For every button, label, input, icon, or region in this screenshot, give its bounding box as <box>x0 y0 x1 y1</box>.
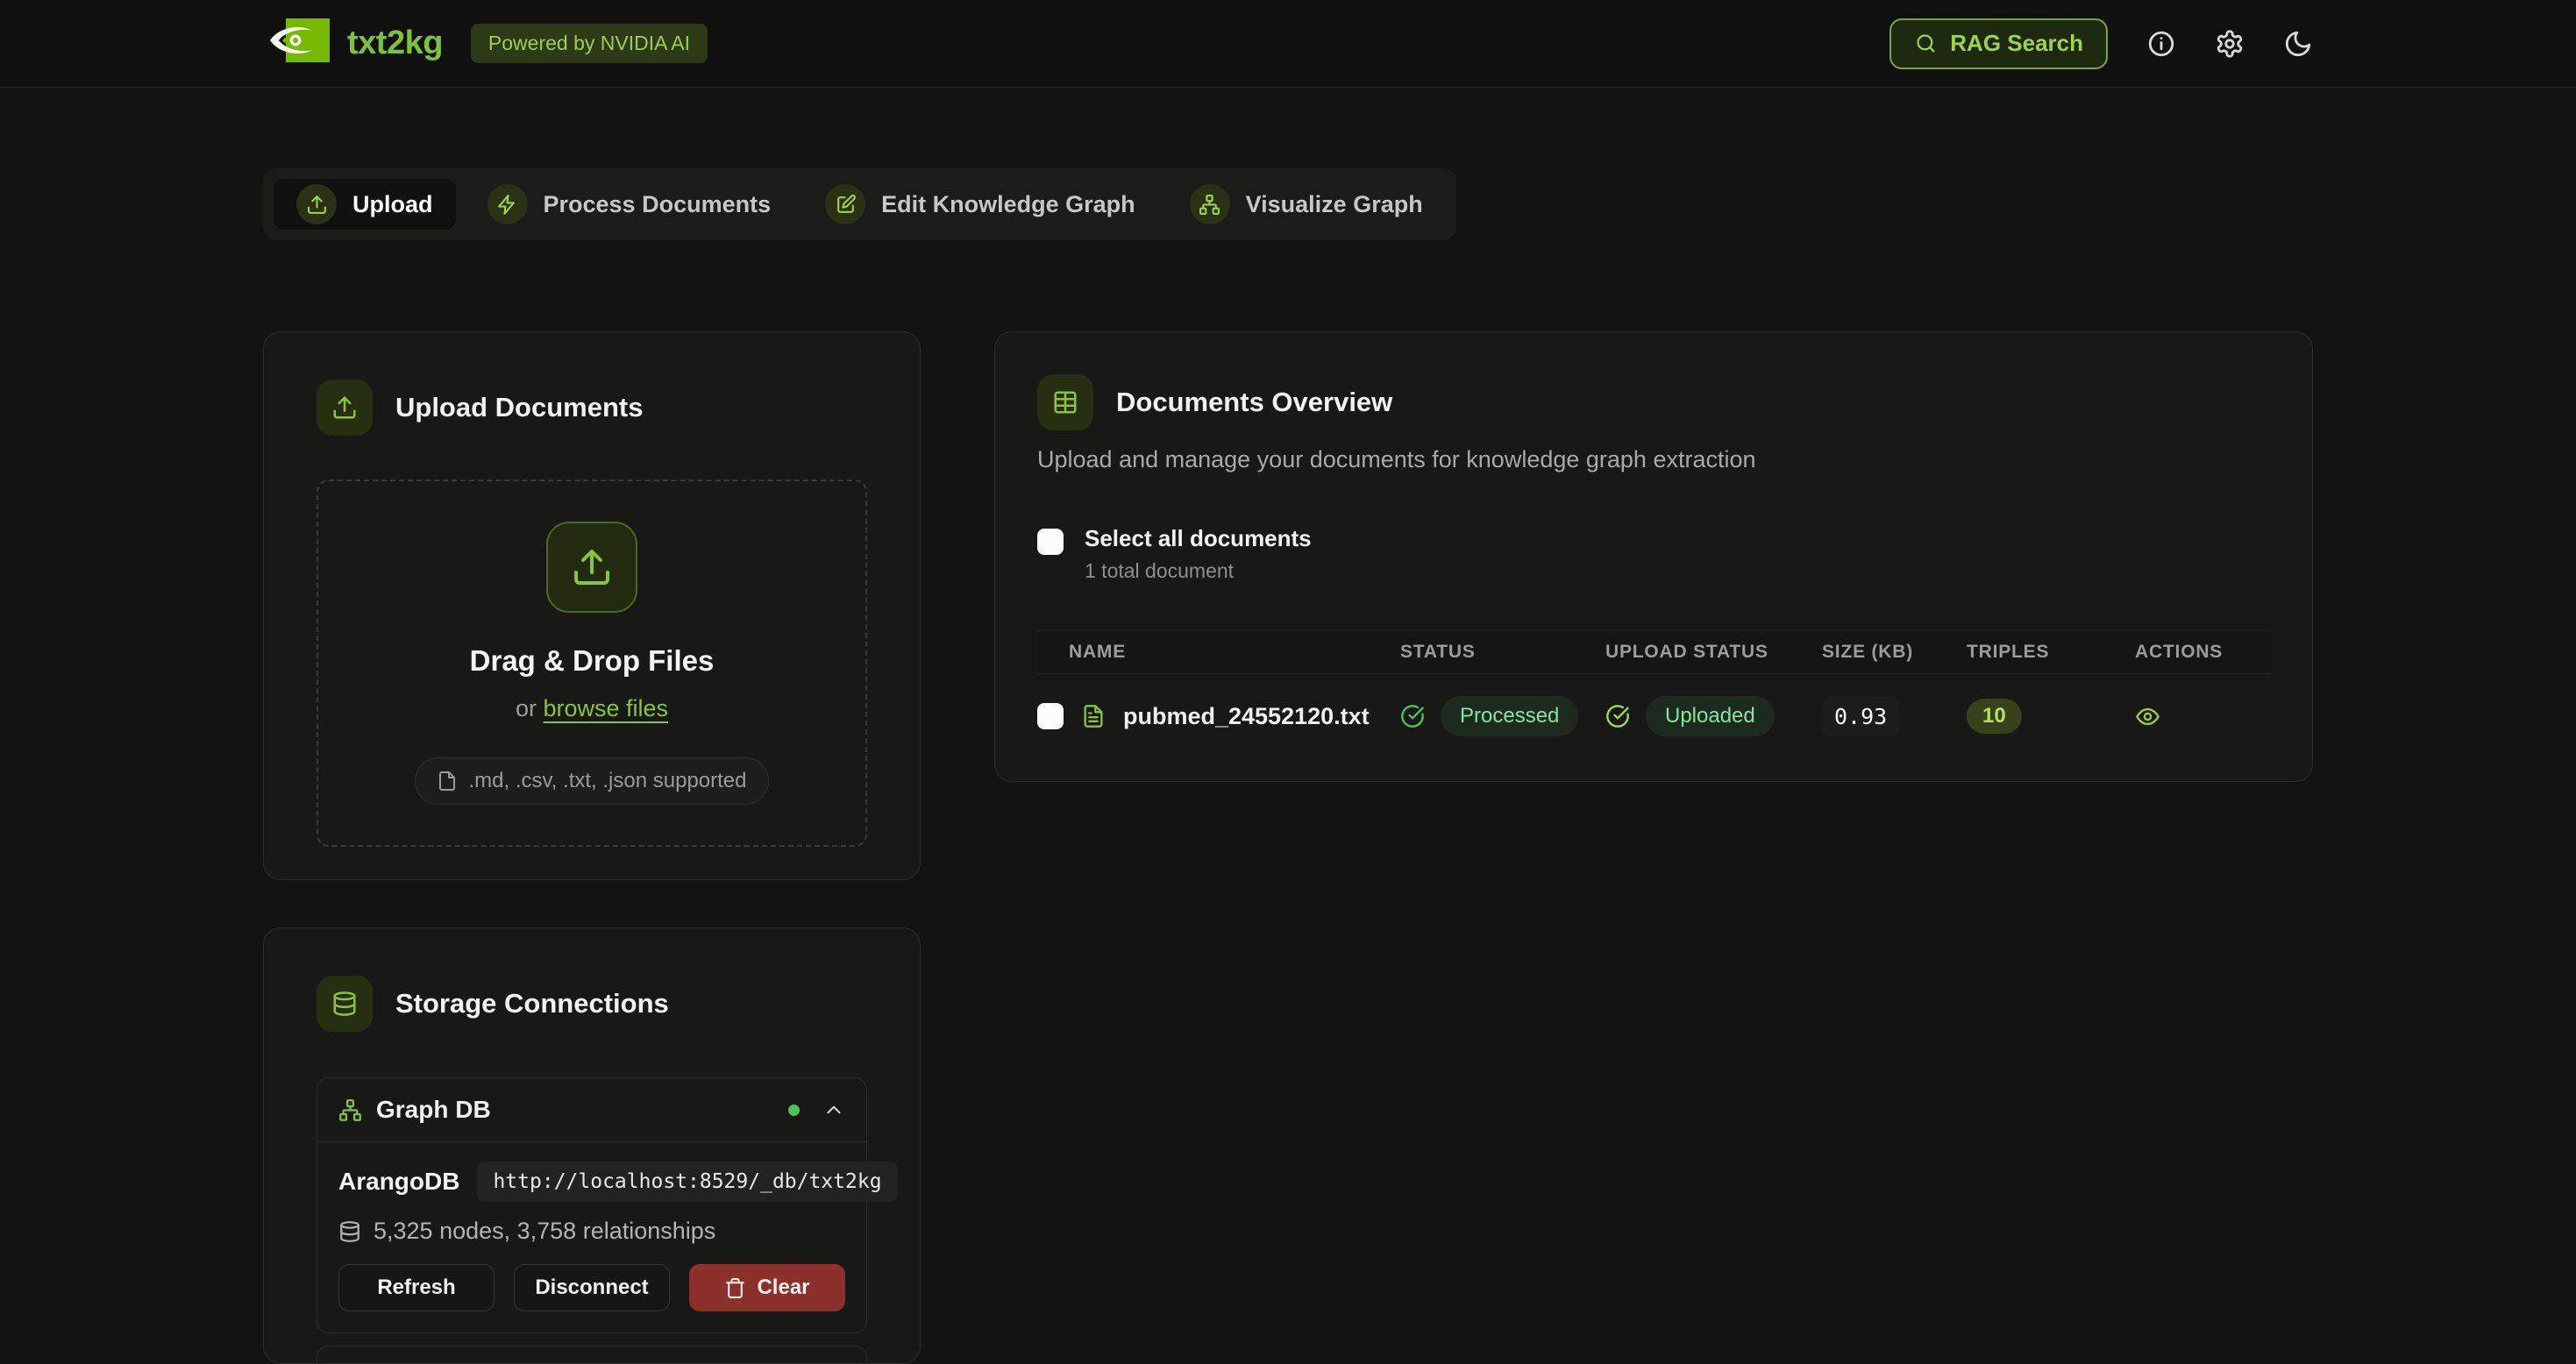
graph-db-url: http://localhost:8529/_db/txt2kg <box>477 1162 897 1202</box>
moon-icon <box>2283 29 2313 59</box>
info-button[interactable] <box>2146 29 2176 59</box>
triples-badge: 10 <box>1967 699 2022 734</box>
vector-db-section: Vector DB <box>317 1346 867 1364</box>
check-circle-icon <box>1605 704 1630 728</box>
upload-status-badge: Uploaded <box>1646 696 1775 736</box>
tab-edit-knowledge-graph[interactable]: Edit Knowledge Graph <box>802 179 1158 230</box>
vector-db-header[interactable]: Vector DB <box>317 1346 866 1364</box>
upload-documents-card: Upload Documents Drag & Drop Files or br… <box>263 331 921 880</box>
info-icon <box>2146 29 2176 59</box>
or-text: or <box>516 695 537 721</box>
tab-visualize-graph[interactable]: Visualize Graph <box>1167 179 1446 230</box>
file-icon <box>437 771 458 792</box>
tab-edit-knowledge-graph-label: Edit Knowledge Graph <box>881 191 1135 218</box>
documents-table: NAME STATUS UPLOAD STATUS SIZE (KB) TRIP… <box>1037 630 2270 758</box>
document-name: pubmed_24552120.txt <box>1123 703 1370 730</box>
browse-files-link[interactable]: browse files <box>543 695 668 721</box>
check-circle-icon <box>1400 704 1425 728</box>
column-actions: ACTIONS <box>2103 642 2270 663</box>
refresh-button[interactable]: Refresh <box>338 1264 495 1311</box>
edit-pen-icon <box>825 184 865 224</box>
column-upload-status: UPLOAD STATUS <box>1574 642 1790 663</box>
supported-formats-badge: .md, .csv, .txt, .json supported <box>415 757 768 805</box>
column-size: SIZE (KB) <box>1790 642 1935 663</box>
main-tab-bar: Upload Process Documents Edit Knowledge … <box>263 168 1456 240</box>
table-grid-icon <box>1037 374 1093 430</box>
tab-process-documents[interactable]: Process Documents <box>465 179 794 230</box>
row-checkbox[interactable] <box>1037 703 1064 729</box>
file-dropzone[interactable]: Drag & Drop Files or browse files .md, .… <box>317 480 867 847</box>
network-icon <box>1190 184 1230 224</box>
database-icon <box>338 1220 361 1243</box>
trash-icon <box>724 1277 746 1299</box>
tab-upload-label: Upload <box>352 191 433 218</box>
column-name: NAME <box>1037 642 1369 663</box>
size-value: 0.93 <box>1822 697 1899 736</box>
app-title: txt2kg <box>347 25 443 62</box>
tab-visualize-graph-label: Visualize Graph <box>1246 191 1423 218</box>
column-status: STATUS <box>1369 642 1574 663</box>
clear-button[interactable]: Clear <box>689 1264 845 1311</box>
upload-card-title: Upload Documents <box>395 392 643 423</box>
zap-icon <box>487 184 528 224</box>
search-icon <box>1914 32 1938 55</box>
powered-by-badge: Powered by NVIDIA AI <box>471 24 708 63</box>
app-header: txt2kg Powered by NVIDIA AI RAG Search <box>0 0 2576 88</box>
status-badge: Processed <box>1441 696 1578 736</box>
upload-icon <box>296 184 337 224</box>
eye-icon[interactable] <box>2135 704 2160 729</box>
total-documents-count: 1 total document <box>1085 559 1312 583</box>
dropzone-title: Drag & Drop Files <box>336 644 848 678</box>
select-all-label: Select all documents <box>1085 525 1312 552</box>
dropzone-subtext: or browse files <box>336 695 848 722</box>
documents-overview-card: Documents Overview Upload and manage you… <box>994 331 2313 782</box>
storage-connections-card: Storage Connections Graph DB <box>263 927 921 1364</box>
supported-formats-label: .md, .csv, .txt, .json supported <box>468 769 746 793</box>
disconnect-button[interactable]: Disconnect <box>514 1264 670 1311</box>
theme-toggle-button[interactable] <box>2283 29 2313 59</box>
rag-search-label: RAG Search <box>1950 30 2083 57</box>
graph-db-header[interactable]: Graph DB <box>317 1078 866 1142</box>
clear-button-label: Clear <box>757 1275 809 1300</box>
graph-db-section: Graph DB ArangoDB http://localhost:8529/… <box>317 1077 867 1333</box>
database-icon <box>317 976 373 1032</box>
file-text-icon <box>1081 704 1106 728</box>
documents-table-header: NAME STATUS UPLOAD STATUS SIZE (KB) TRIP… <box>1037 630 2270 674</box>
graph-db-label: Graph DB <box>376 1096 491 1124</box>
gear-icon <box>2215 29 2245 59</box>
upload-icon <box>317 380 373 436</box>
brand: txt2kg Powered by NVIDIA AI <box>263 17 708 71</box>
chevron-up-icon <box>822 1098 845 1121</box>
column-triples: TRIPLES <box>1935 642 2103 663</box>
upload-icon <box>546 522 637 613</box>
tab-upload[interactable]: Upload <box>274 179 456 230</box>
graph-db-provider: ArangoDB <box>338 1168 459 1196</box>
storage-card-title: Storage Connections <box>395 988 669 1019</box>
rag-search-button[interactable]: RAG Search <box>1889 18 2108 69</box>
select-all-checkbox[interactable] <box>1037 529 1064 555</box>
documents-card-title: Documents Overview <box>1116 387 1392 418</box>
table-row: pubmed_24552120.txt Processed <box>1037 674 2270 758</box>
nvidia-logo-icon <box>263 17 331 71</box>
documents-card-subtitle: Upload and manage your documents for kno… <box>1037 444 2270 474</box>
tab-process-documents-label: Process Documents <box>544 191 772 218</box>
network-icon <box>338 1098 362 1122</box>
settings-button[interactable] <box>2215 29 2245 59</box>
graph-db-stats: 5,325 nodes, 3,758 relationships <box>374 1218 715 1245</box>
connected-status-dot <box>788 1105 800 1116</box>
